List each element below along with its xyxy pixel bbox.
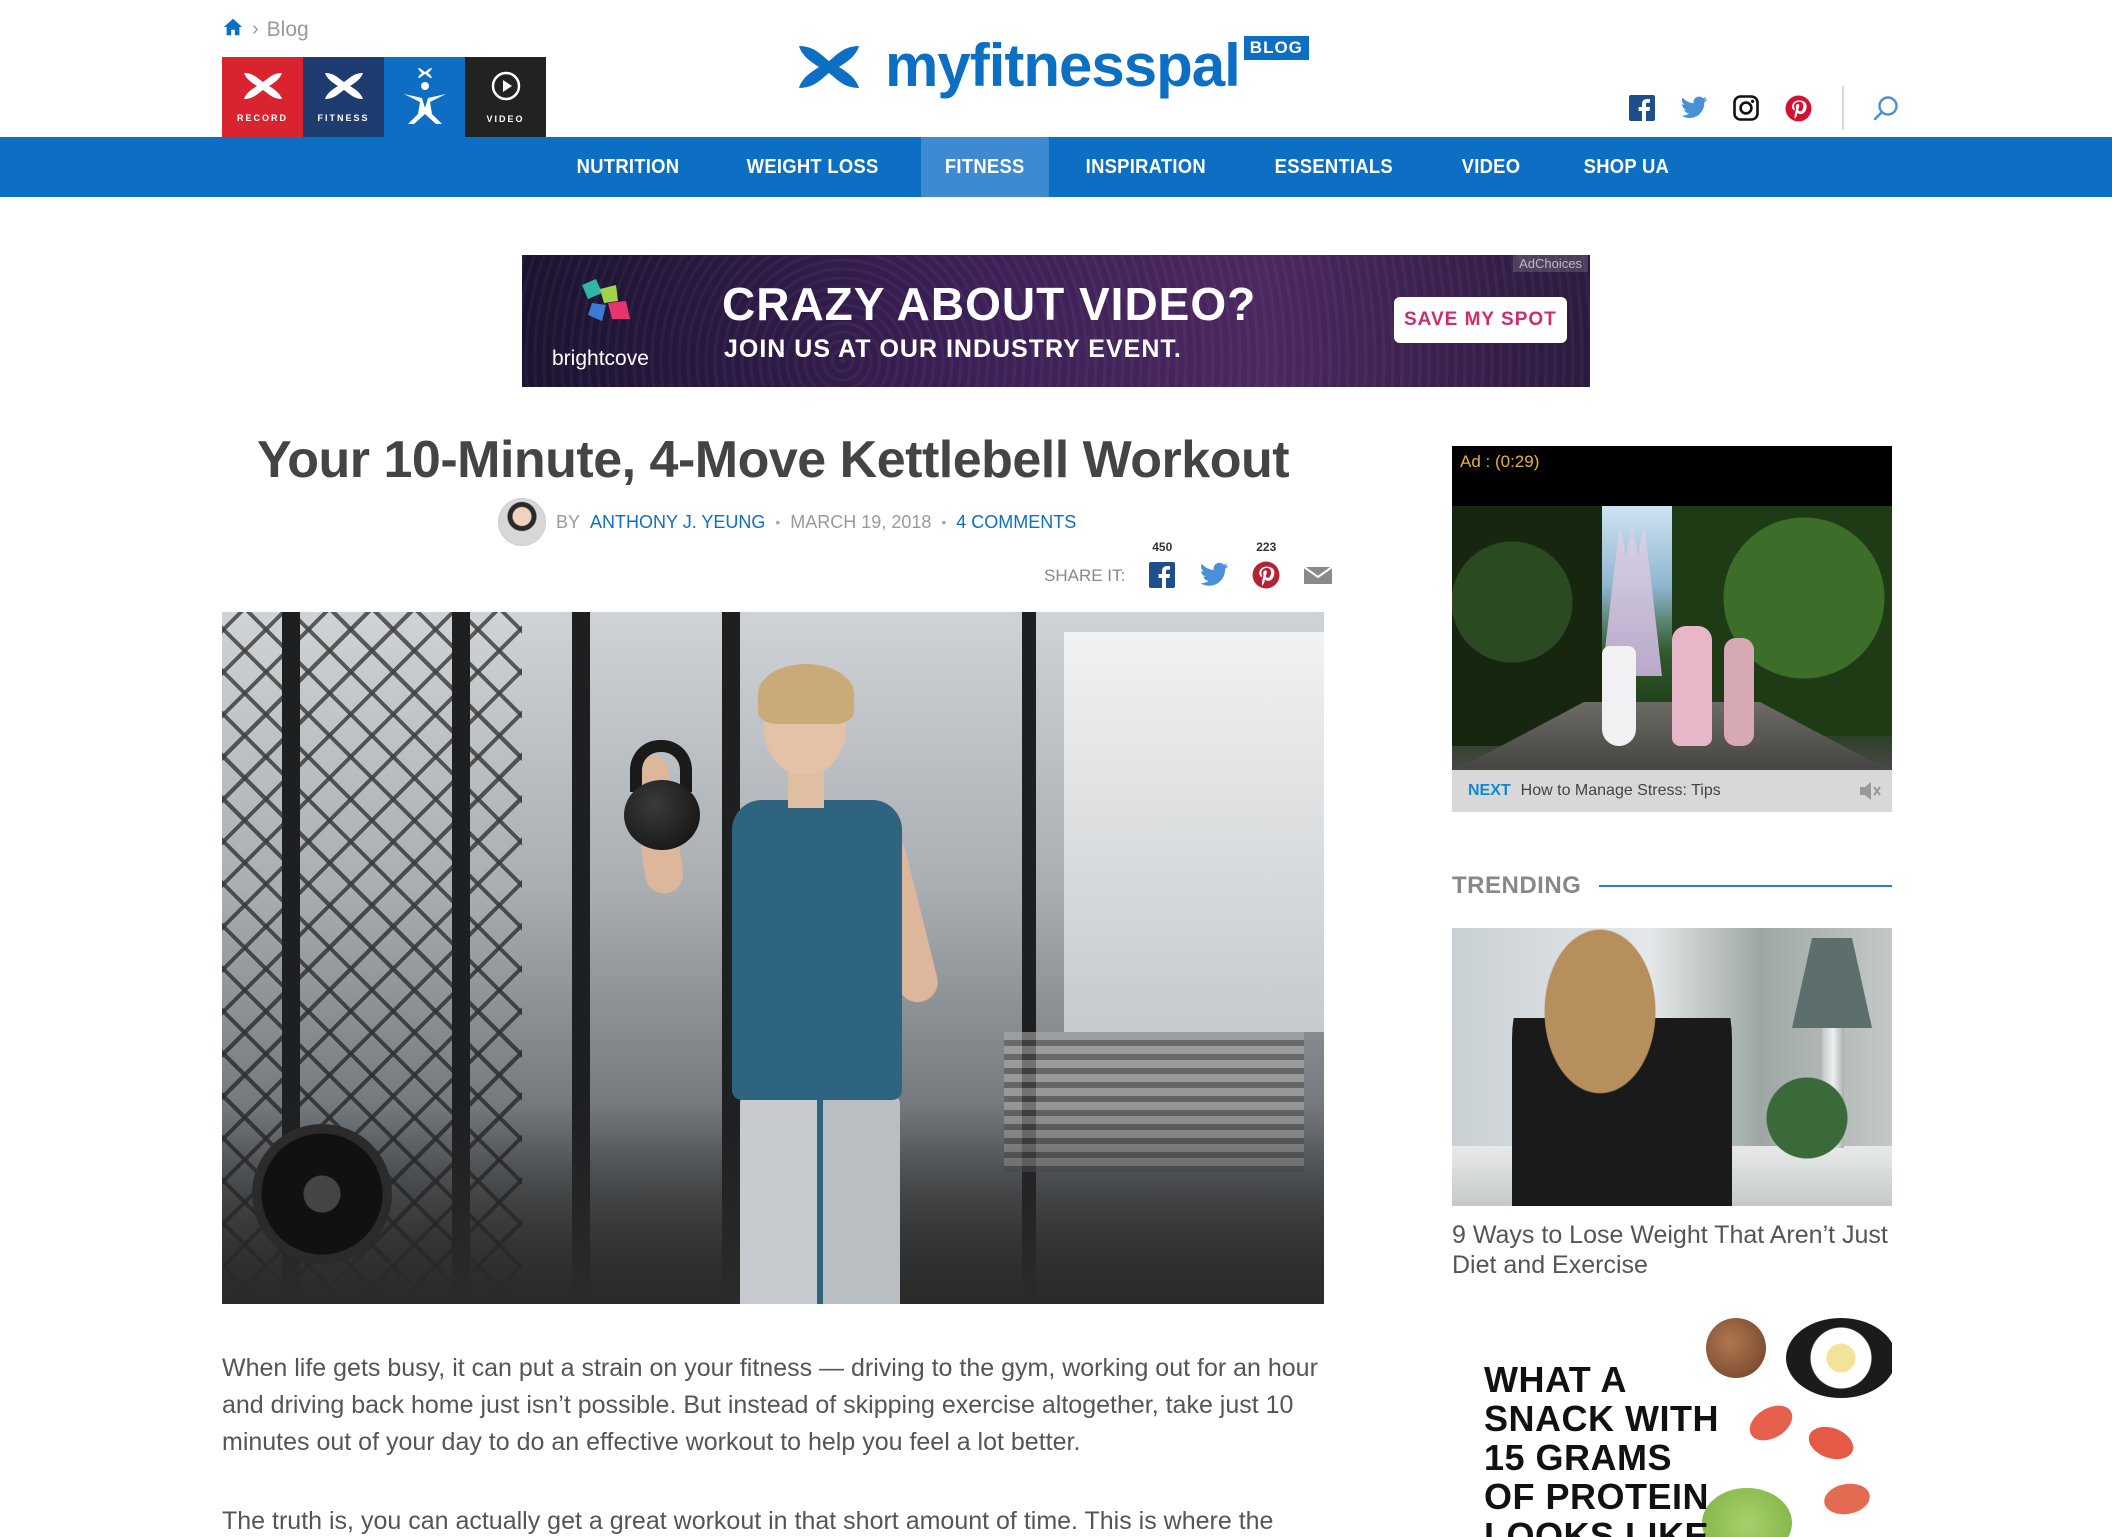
banner-cta-button[interactable]: SAVE MY SPOT [1394,297,1567,343]
up-next-bar[interactable]: NEXT How to Manage Stress: Tips [1452,770,1892,812]
banner-subhead: JOIN US AT OUR INDUSTRY EVENT. [724,335,1182,363]
myfitnesspal-icon [400,64,450,130]
trending-story-image[interactable] [1452,928,1892,1206]
byline-prefix: BY [556,511,581,532]
article-paragraph: The truth is, you can actually get a gre… [222,1507,1274,1535]
share-label: SHARE IT: [1044,566,1126,585]
article-hero-image [222,612,1324,1304]
comments-link[interactable]: 4 COMMENTS [956,512,1076,533]
under-armour-icon [321,71,367,107]
brightcove-logo-icon [582,279,630,321]
video-ad-player[interactable]: Ad : (0:29) NEXT How to Manage Stress: T… [1452,446,1892,812]
divider [1842,86,1844,130]
under-armour-icon [240,71,286,107]
nav-item-video[interactable]: VIDEO [1435,137,1547,197]
home-icon[interactable] [222,16,244,43]
adchoices-link[interactable]: AdChoices [1513,255,1588,272]
weight-plate [252,1124,392,1264]
app-tile-myfitnesspal[interactable] [384,57,465,137]
pinterest-icon[interactable] [1784,94,1812,122]
instagram-icon[interactable] [1732,94,1760,122]
main-nav: NUTRITION WEIGHT LOSS FITNESS INSPIRATIO… [0,137,2112,197]
under-armour-logo-icon [799,46,859,88]
mute-icon[interactable] [1858,780,1882,802]
share-bar: SHARE IT: 450 223 [1044,540,1333,590]
video-frame[interactable] [1452,506,1892,772]
chevron-right-icon: › [252,18,259,40]
article-title: Your 10-Minute, 4-Move Kettlebell Workou… [256,431,1290,489]
kettlebell [616,740,706,850]
share-email-button[interactable] [1303,560,1333,590]
share-count-pinterest: 223 [1256,540,1277,554]
share-facebook-button[interactable]: 450 [1147,540,1177,590]
share-twitter-button[interactable] [1199,560,1229,590]
separator-dot: • [775,514,781,530]
social-links [1628,86,1900,130]
ad-countdown: Ad : (0:29) [1460,452,1540,471]
twitter-icon [1200,562,1229,586]
app-tile-record[interactable]: RECORD [222,57,303,137]
app-tile-label: RECORD [236,113,288,123]
app-tile-video[interactable]: VIDEO [465,57,546,137]
app-switcher: RECORD FITNESS VIDEO [222,57,546,137]
banner-headline: CRAZY ABOUT VIDEO? [722,278,1257,330]
nav-item-shop-ua[interactable]: SHOP UA [1557,137,1696,197]
nav-item-essentials[interactable]: ESSENTIALS [1248,137,1420,197]
author-link[interactable]: ANTHONY J. YEUNG [590,512,765,533]
separator-dot: • [941,514,947,530]
site-logo[interactable]: myfitnesspal BLOG [795,36,1309,96]
play-circle-icon [490,70,522,108]
nav-item-fitness[interactable]: FITNESS [920,137,1049,197]
gym-window [1064,632,1324,1032]
up-next-title[interactable]: How to Manage Stress: Tips [1521,782,1721,800]
facebook-icon [1149,562,1176,588]
search-icon[interactable] [1872,94,1900,122]
pinterest-icon [1252,561,1280,589]
snack-promo[interactable]: WHAT A SNACK WITH 15 GRAMS OF PROTEIN LO… [1452,1318,1892,1537]
email-icon [1303,566,1333,584]
trending-header: TRENDING [1452,872,1892,900]
twitter-icon[interactable] [1680,94,1708,122]
share-count-facebook: 450 [1152,540,1173,554]
up-next-label: NEXT [1468,782,1511,799]
breadcrumb-current[interactable]: Blog [267,18,309,42]
trending-heading: TRENDING [1452,872,1582,899]
banner-ad[interactable]: brightcove CRAZY ABOUT VIDEO? JOIN US AT… [522,255,1590,387]
trending-story-title[interactable]: 9 Ways to Lose Weight That Aren’t Just D… [1452,1220,1892,1280]
article-paragraph: When life gets busy, it can put a strain… [222,1354,1318,1456]
banner-brand: brightcove [552,347,649,370]
publish-date: MARCH 19, 2018 [790,511,932,532]
app-tile-fitness[interactable]: FITNESS [303,57,384,137]
article-byline: BY ANTHONY J. YEUNG • MARCH 19, 2018 • 4… [498,498,1076,546]
logo-wordmark: myfitnesspal [885,32,1241,99]
logo-blog-tag: BLOG [1243,36,1309,60]
share-pinterest-button[interactable]: 223 [1251,540,1281,590]
nav-item-inspiration[interactable]: INSPIRATION [1059,137,1233,197]
author-avatar[interactable] [498,498,546,546]
trending-rule [1599,885,1892,887]
snack-promo-text: WHAT A SNACK WITH 15 GRAMS OF PROTEIN LO… [1484,1359,1719,1537]
app-tile-label: VIDEO [486,114,525,124]
breadcrumb: › Blog [222,16,309,43]
nav-item-weight-loss[interactable]: WEIGHT LOSS [720,137,905,197]
app-tile-label: FITNESS [317,113,370,123]
facebook-icon[interactable] [1628,94,1656,122]
nav-item-nutrition[interactable]: NUTRITION [550,137,706,197]
